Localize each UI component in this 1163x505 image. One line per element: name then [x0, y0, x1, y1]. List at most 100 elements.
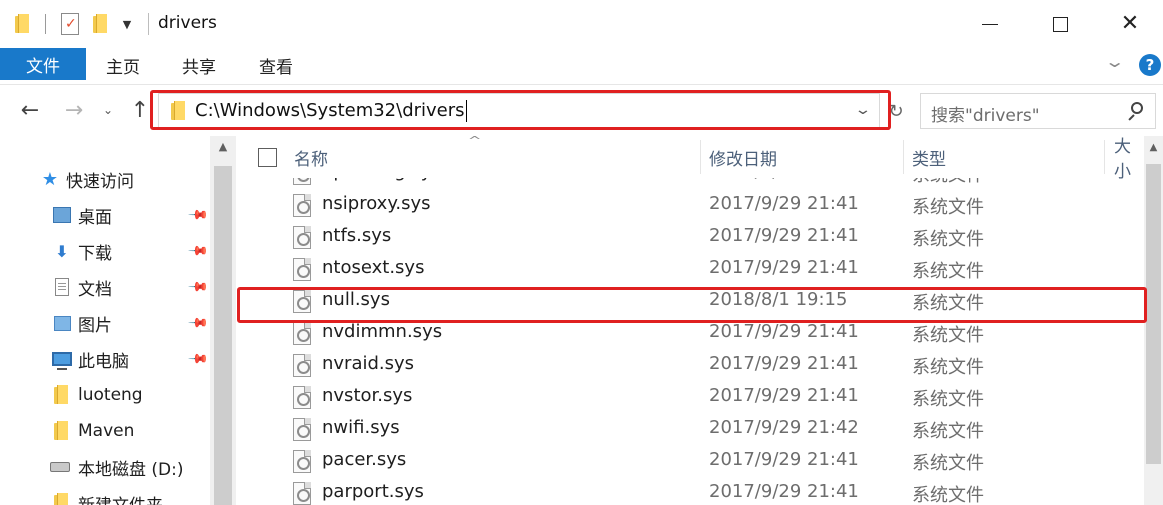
up-button[interactable]: ↑ — [128, 97, 152, 123]
properties-icon[interactable]: ✓ — [58, 12, 82, 36]
star-icon: ★ — [41, 168, 59, 190]
file-date: 2017/9/29 21:41 — [709, 481, 859, 502]
refresh-button[interactable]: ↻ — [884, 99, 908, 123]
table-row[interactable]: null.sys 2018/8/1 19:15 系统文件 — [236, 285, 1144, 317]
text-caret — [465, 100, 467, 122]
address-path-text: C:\Windows\System32\drivers — [195, 100, 465, 121]
file-date: 2017/9/29 21:41 — [709, 225, 859, 246]
pin-icon[interactable]: 📌 — [187, 240, 209, 262]
nav-item-label: 新建文件夹 — [78, 491, 163, 505]
nav-item-local-disk-d[interactable]: 本地磁盘 (D:) — [0, 452, 210, 482]
nav-item-label: 快速访问 — [66, 171, 134, 192]
drive-icon — [50, 462, 70, 472]
column-header-name[interactable]: 名称 — [294, 136, 328, 178]
address-path-field[interactable]: C:\Windows\System32\drivers — [195, 100, 467, 122]
nav-item-this-pc[interactable]: 此电脑 📌 — [0, 344, 210, 374]
nav-item-luoteng[interactable]: luoteng — [0, 380, 210, 410]
table-row[interactable]: nvdimmn.sys 2017/9/29 21:41 系统文件 — [236, 317, 1144, 349]
close-button[interactable]: ✕ — [1095, 0, 1163, 48]
file-name: ntfs.sys — [322, 225, 392, 246]
select-all-checkbox[interactable] — [258, 148, 277, 167]
pin-icon[interactable]: 📌 — [187, 348, 209, 370]
column-divider[interactable] — [903, 140, 904, 174]
folder-icon — [171, 101, 187, 121]
pin-icon[interactable]: 📌 — [187, 312, 209, 334]
column-divider[interactable] — [700, 140, 701, 174]
file-list-scrollbar[interactable]: ▲ — [1144, 136, 1163, 505]
nav-item-pictures[interactable]: 图片 📌 — [0, 308, 210, 338]
table-row[interactable]: ntosext.sys 2017/9/29 21:41 系统文件 — [236, 253, 1144, 285]
title-separator — [45, 14, 46, 34]
file-type: 系统文件 — [912, 389, 984, 410]
nav-item-label: 文档 — [78, 279, 112, 300]
address-bar[interactable]: C:\Windows\System32\drivers ⌄ — [158, 93, 880, 129]
new-folder-icon[interactable] — [90, 12, 112, 36]
tab-home[interactable]: 主页 — [106, 52, 140, 78]
minimize-icon — [982, 23, 998, 25]
column-header-date[interactable]: 修改日期 — [709, 136, 777, 178]
customize-quick-access-chevron-icon[interactable]: ▼ — [118, 12, 136, 36]
search-icon[interactable] — [1127, 102, 1145, 121]
minimize-button[interactable] — [955, 0, 1025, 48]
nav-item-label: 桌面 — [78, 207, 112, 228]
help-button[interactable]: ? — [1139, 54, 1161, 76]
nav-item-new-folder[interactable]: 新建文件夹 — [0, 488, 210, 505]
system-file-icon — [293, 482, 311, 505]
close-icon: ✕ — [1120, 11, 1140, 36]
folder-icon — [52, 384, 72, 406]
system-file-icon — [293, 322, 311, 345]
nav-item-maven[interactable]: Maven — [0, 416, 210, 446]
forward-button[interactable]: → — [60, 97, 88, 123]
maximize-button[interactable] — [1025, 0, 1095, 48]
nav-item-documents[interactable]: 文档 📌 — [0, 272, 210, 302]
ribbon: 文件 主页 共享 查看 ⌄ ? — [0, 48, 1163, 84]
nav-item-downloads[interactable]: ⬇ 下载 📌 — [0, 236, 210, 266]
nav-item-desktop[interactable]: 桌面 📌 — [0, 200, 210, 230]
table-row[interactable]: nvstor.sys 2017/9/29 21:41 系统文件 — [236, 381, 1144, 413]
title-bar: ✓ ▼ drivers ✕ — [0, 0, 1163, 48]
address-history-chevron-icon[interactable]: ⌄ — [854, 102, 872, 118]
table-row[interactable]: nsiproxy.sys 2017/9/29 21:41 系统文件 — [236, 189, 1144, 221]
file-name: ntosext.sys — [322, 257, 425, 278]
nav-item-quick-access[interactable]: ★ 快速访问 — [0, 164, 210, 194]
file-type: 系统文件 — [912, 325, 984, 346]
scrollbar-thumb[interactable] — [214, 166, 232, 505]
column-header-size[interactable]: 大小 — [1114, 136, 1144, 182]
column-divider[interactable] — [1104, 140, 1105, 174]
file-type: 系统文件 — [912, 453, 984, 474]
back-button[interactable]: ← — [16, 97, 44, 123]
table-row[interactable]: ntfs.sys 2017/9/29 21:41 系统文件 — [236, 221, 1144, 253]
nav-item-label: 图片 — [78, 315, 112, 336]
pin-icon[interactable]: 📌 — [187, 276, 209, 298]
expand-ribbon-chevron-icon[interactable]: ⌄ — [1104, 52, 1125, 71]
folder-icon — [52, 420, 72, 442]
table-row[interactable]: parport.sys 2017/9/29 21:41 系统文件 — [236, 477, 1144, 505]
file-list: 名称 修改日期 类型 大小 npsvctrig.sys 2017/9/29 21… — [236, 136, 1144, 505]
table-row[interactable]: nvraid.sys 2017/9/29 21:41 系统文件 — [236, 349, 1144, 381]
scroll-up-arrow-icon[interactable]: ▲ — [210, 140, 236, 153]
scrollbar-thumb[interactable] — [1146, 164, 1161, 464]
chevron-down-icon: ⌄ — [102, 103, 114, 117]
scroll-up-arrow-icon[interactable]: ▲ — [1144, 142, 1163, 153]
tab-share[interactable]: 共享 — [182, 52, 216, 78]
column-header-type[interactable]: 类型 — [912, 136, 946, 178]
tab-file[interactable]: 文件 — [0, 48, 86, 80]
system-file-icon — [293, 386, 311, 409]
search-input[interactable]: 搜索"drivers" — [920, 93, 1156, 129]
file-date: 2017/9/29 21:41 — [709, 193, 859, 214]
file-name: nsiproxy.sys — [322, 193, 431, 214]
system-file-icon — [293, 450, 311, 473]
nav-item-label: luoteng — [78, 385, 143, 405]
nav-item-label: Maven — [78, 421, 135, 441]
nav-pane-scrollbar[interactable]: ▲ — [210, 136, 236, 505]
navigation-pane: ★ 快速访问 桌面 📌 ⬇ 下载 📌 文档 📌 图片 📌 此电脑 📌 luote… — [0, 136, 236, 505]
table-row[interactable]: nwifi.sys 2017/9/29 21:42 系统文件 — [236, 413, 1144, 445]
maximize-icon — [1052, 16, 1068, 32]
tab-view[interactable]: 查看 — [259, 52, 293, 78]
computer-icon — [52, 352, 72, 370]
pin-icon[interactable]: 📌 — [187, 204, 209, 226]
file-name: nvstor.sys — [322, 385, 413, 406]
system-file-icon — [293, 290, 311, 313]
table-row[interactable]: pacer.sys 2017/9/29 21:41 系统文件 — [236, 445, 1144, 477]
recent-locations-button[interactable]: ⌄ — [98, 97, 118, 123]
